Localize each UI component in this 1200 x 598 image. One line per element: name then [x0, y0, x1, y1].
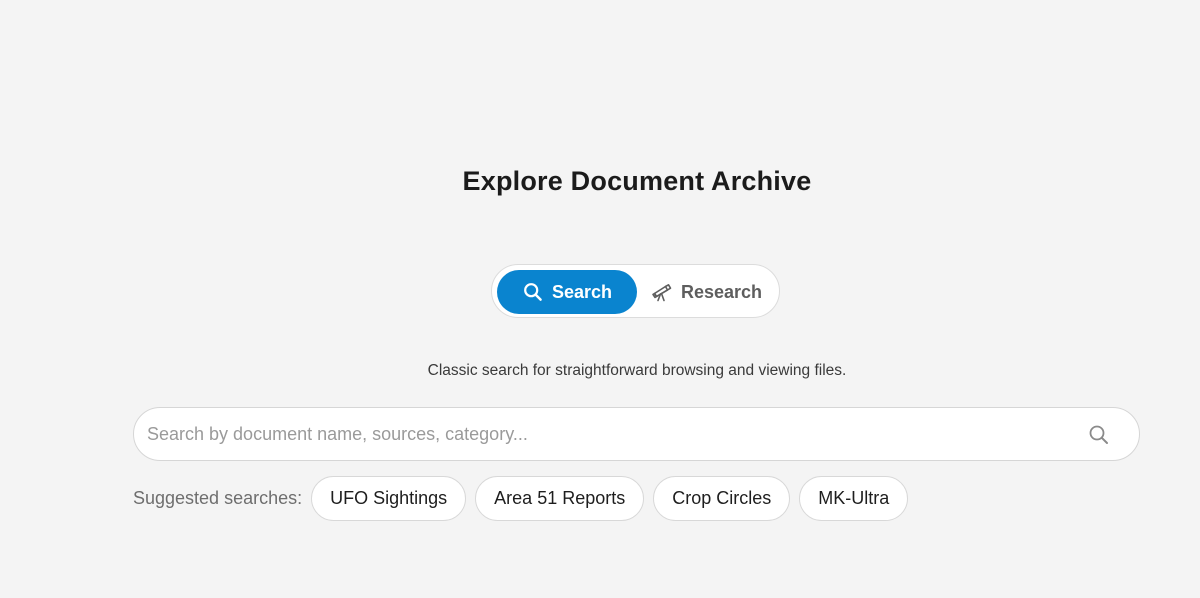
suggested-searches: Suggested searches: UFO Sightings Area 5… [133, 475, 909, 522]
mode-search-button[interactable]: Search [497, 270, 637, 314]
mode-description: Classic search for straightforward brows… [427, 362, 847, 379]
suggestion-chip-area-51-reports[interactable]: Area 51 Reports [475, 476, 645, 521]
mode-research-button[interactable]: Research [647, 270, 775, 314]
suggestion-chip-ufo-sightings[interactable]: UFO Sightings [311, 476, 467, 521]
suggestion-chip-mk-ultra[interactable]: MK-Ultra [799, 476, 909, 521]
suggested-searches-label: Suggested searches: [133, 488, 303, 508]
search-box [133, 407, 1140, 461]
search-input[interactable] [147, 408, 1067, 460]
mode-research-label: Research [681, 281, 763, 302]
search-submit-icon[interactable] [1087, 423, 1111, 447]
search-icon [522, 281, 544, 303]
mode-toggle: Search Research [491, 264, 780, 318]
page-title: Explore Document Archive [462, 166, 812, 196]
suggestion-chip-crop-circles[interactable]: Crop Circles [653, 476, 791, 521]
mode-search-label: Search [552, 281, 613, 302]
telescope-icon [651, 281, 673, 303]
